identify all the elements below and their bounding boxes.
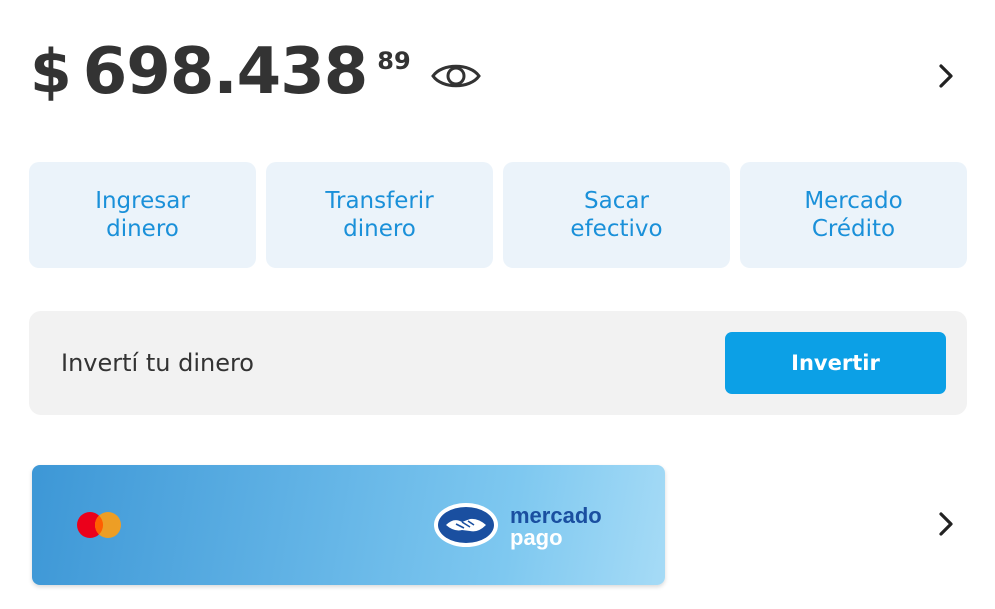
mercado-credito-button[interactable]: Mercado Crédito [740, 162, 967, 268]
ingresar-dinero-button[interactable]: Ingresar dinero [29, 162, 256, 268]
balance-cents: 89 [377, 47, 411, 75]
action-label: Sacar efectivo [570, 188, 663, 242]
mercado-pago-logo: mercado pago [434, 503, 602, 550]
balance-currency: $ [30, 37, 72, 107]
balance-details-button[interactable] [930, 60, 962, 92]
chevron-right-icon [939, 64, 953, 88]
balance-amount: 698.438 [82, 35, 368, 109]
sacar-efectivo-button[interactable]: Sacar efectivo [503, 162, 730, 268]
eye-icon [431, 64, 481, 88]
mercado-pago-card[interactable]: mercado pago [32, 465, 665, 585]
card-details-button[interactable] [930, 508, 962, 540]
logo-text-pago: pago [510, 525, 563, 550]
chevron-right-icon [939, 512, 953, 536]
invest-label: Invertí tu dinero [61, 349, 254, 377]
action-label: Ingresar dinero [95, 188, 190, 242]
quick-actions: Ingresar dinero Transferir dinero Sacar … [29, 162, 967, 268]
account-balance: $ 698.438 89 [30, 36, 411, 108]
invertir-button[interactable]: Invertir [725, 332, 946, 394]
mastercard-logo-icon [77, 512, 121, 538]
toggle-balance-visibility-button[interactable] [428, 56, 484, 96]
action-label: Mercado Crédito [804, 188, 903, 242]
action-label: Transferir dinero [325, 188, 434, 242]
invest-card: Invertí tu dinero Invertir [29, 311, 967, 415]
transferir-dinero-button[interactable]: Transferir dinero [266, 162, 493, 268]
balance-section: $ 698.438 89 [0, 0, 995, 150]
